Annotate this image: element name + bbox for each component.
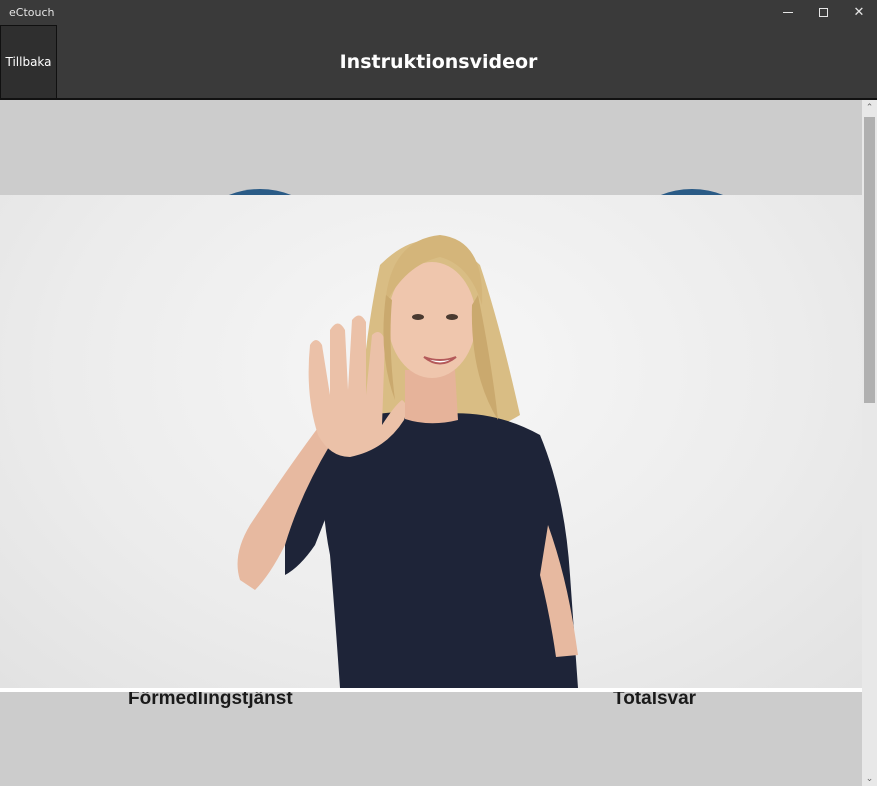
video-bottom-edge [0, 688, 862, 692]
close-button[interactable]: ✕ [841, 0, 877, 25]
instruction-video-player[interactable] [0, 195, 862, 688]
scroll-thumb[interactable] [864, 117, 875, 403]
window-titlebar: eCtouch ✕ [0, 0, 877, 25]
video-frame-signer [237, 235, 578, 688]
scroll-up-icon[interactable]: ⌃ [862, 100, 877, 115]
vertical-scrollbar[interactable]: ⌃ ⌄ [862, 100, 877, 786]
minimize-button[interactable] [770, 0, 806, 25]
maximize-button[interactable] [805, 0, 841, 25]
close-icon: ✕ [853, 5, 865, 20]
back-button[interactable]: Tillbaka [0, 25, 57, 99]
minimize-icon [783, 12, 793, 13]
app-title: eCtouch [9, 6, 55, 19]
page-title: Instruktionsvideor [339, 51, 538, 73]
maximize-icon [818, 8, 828, 17]
scroll-down-icon[interactable]: ⌄ [862, 771, 877, 786]
